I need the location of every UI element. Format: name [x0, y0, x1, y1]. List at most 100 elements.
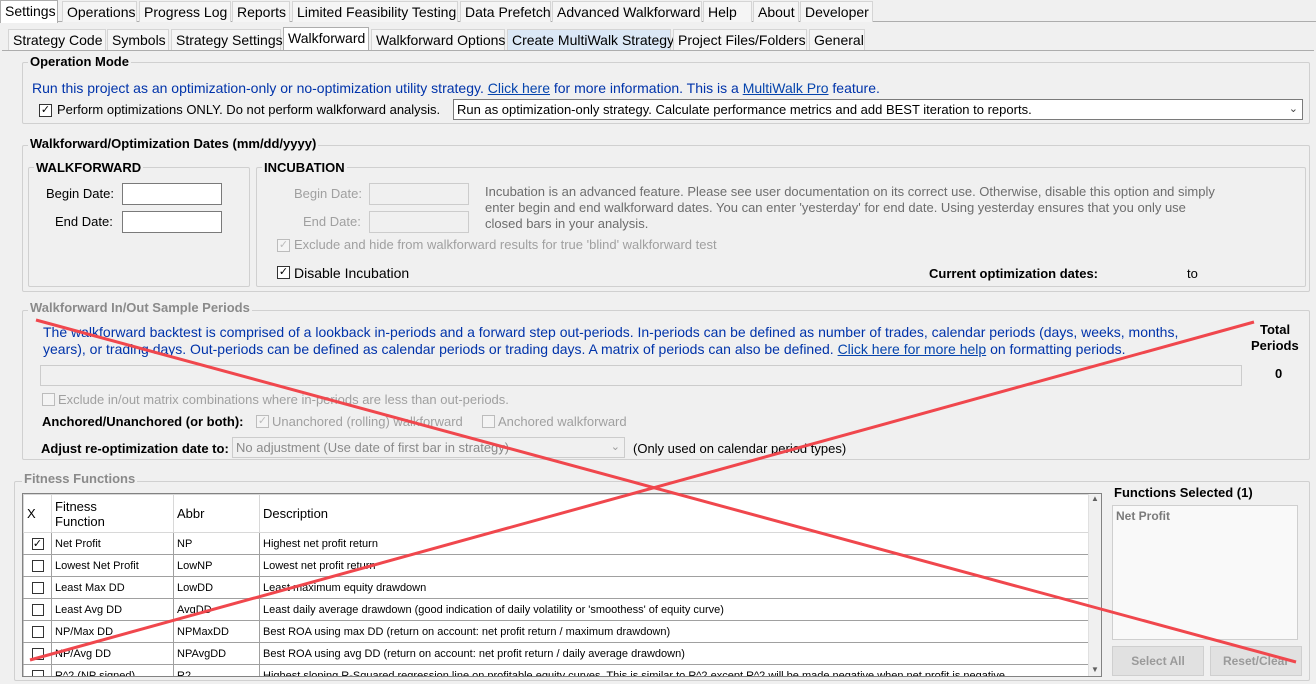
fitness-table-scrollbar[interactable]: ▲ ▼ — [1088, 494, 1101, 676]
current-opt-dates-label: Current optimization dates: — [929, 266, 1099, 281]
row-checkbox-cell[interactable] — [23, 642, 52, 665]
row-checkbox[interactable] — [31, 603, 44, 616]
help-formatting-link[interactable]: Click here for more help — [838, 341, 987, 357]
inc-begin-date-label: Begin Date: — [294, 186, 362, 201]
anchored-checkbox[interactable] — [482, 415, 495, 428]
unanchored-checkbox[interactable]: ✓ — [256, 415, 269, 428]
begin-date-input[interactable] — [122, 183, 222, 205]
reset-clear-button[interactable]: Reset/Clear — [1210, 646, 1302, 676]
tab-help[interactable]: Help — [703, 1, 752, 22]
row-desc: Best ROA using avg DD (return on account… — [259, 642, 1090, 665]
row-desc: Lowest net profit return — [259, 554, 1090, 577]
table-row[interactable]: Lowest Net Profit LowNP Lowest net profit … — [23, 554, 1090, 577]
row-checkbox[interactable] — [31, 669, 44, 676]
row-checkbox[interactable] — [31, 581, 44, 594]
tab-walkforward[interactable]: Walkforward — [283, 27, 369, 50]
tab-general[interactable]: General — [809, 29, 865, 50]
operation-mode-info: Run this project as an optimization-only… — [32, 80, 880, 96]
inc-end-date-input[interactable] — [369, 211, 469, 233]
adjust-reopt-label: Adjust re-optimization date to: — [41, 441, 229, 456]
table-header: X Fitness Function Abbr Description — [23, 494, 1090, 533]
row-desc: Best ROA using max DD (return on account… — [259, 620, 1090, 643]
row-checkbox[interactable] — [31, 559, 44, 572]
dates-title: Walkforward/Optimization Dates (mm/dd/yy… — [28, 136, 319, 151]
scroll-down-icon: ▼ — [1091, 665, 1099, 674]
row-function: R^2 (NP signed) — [51, 664, 174, 676]
row-checkbox[interactable] — [31, 625, 44, 638]
row-checkbox-cell[interactable] — [23, 664, 52, 676]
sub-tab-bar: Strategy Code Symbols Strategy Settings … — [0, 27, 1316, 50]
table-row[interactable]: R^2 (NP signed) R2 Highest sloping R-Squar… — [23, 664, 1090, 676]
perform-optimizations-checkbox[interactable]: ✓ — [39, 104, 52, 117]
tab-data-prefetch[interactable]: Data Prefetch — [460, 1, 551, 22]
row-abbr: LowDD — [173, 576, 260, 599]
exclude-matrix-label: Exclude in/out matrix combinations where… — [58, 392, 509, 407]
tab-developer[interactable]: Developer — [800, 1, 873, 22]
tab-reports[interactable]: Reports — [232, 1, 290, 22]
table-row[interactable]: ✓ Net Profit NP Highest net profit return — [23, 532, 1090, 555]
exclude-blind-checkbox[interactable]: ✓ — [277, 239, 290, 252]
main-tab-bar: Settings Operations Progress Log Reports… — [0, 0, 1316, 23]
row-desc: Least maximum equity drawdown — [259, 576, 1090, 599]
anchored-label: Anchored/Unanchored (or both): — [42, 414, 244, 429]
click-here-link[interactable]: Click here — [488, 80, 550, 96]
list-item[interactable]: Net Profit — [1116, 509, 1170, 523]
row-checkbox-cell[interactable]: ✓ — [23, 532, 52, 555]
row-checkbox-cell[interactable] — [23, 576, 52, 599]
table-row[interactable]: NP/Avg DD NPAvgDD Best ROA using avg DD (r… — [23, 642, 1090, 665]
adjust-reopt-note: (Only used on calendar period types) — [633, 441, 847, 456]
select-all-button[interactable]: Select All — [1112, 646, 1204, 676]
exclude-blind-label: Exclude and hide from walkforward result… — [294, 237, 717, 252]
total-periods-value: 0 — [1275, 366, 1283, 381]
periods-title: Walkforward In/Out Sample Periods — [28, 300, 252, 315]
row-function: Net Profit — [51, 532, 174, 555]
col-abbr-header[interactable]: Abbr — [173, 494, 260, 533]
tab-advanced-walkforward[interactable]: Advanced Walkforward — [552, 1, 702, 22]
functions-selected-title: Functions Selected (1) — [1114, 485, 1253, 500]
tab-about[interactable]: About — [753, 1, 799, 22]
functions-selected-list[interactable]: Net Profit — [1112, 505, 1298, 640]
disable-incubation-checkbox[interactable]: ✓ — [277, 266, 290, 279]
col-x-header[interactable]: X — [23, 494, 52, 533]
tab-strategy-code[interactable]: Strategy Code — [8, 29, 106, 50]
row-checkbox-cell[interactable] — [23, 620, 52, 643]
table-row[interactable]: Least Max DD LowDD Least maximum equity dr… — [23, 576, 1090, 599]
tab-settings[interactable]: Settings — [0, 0, 58, 23]
row-function: Least Max DD — [51, 576, 174, 599]
tab-create-multiwalk-strategy[interactable]: Create MultiWalk Strategy — [507, 29, 674, 50]
row-checkbox[interactable] — [31, 647, 44, 660]
incubation-note-2: enter begin and end walkforward dates. Y… — [485, 200, 1186, 215]
operation-mode-select[interactable]: Run as optimization-only strategy. Calcu… — [453, 99, 1303, 120]
tab-strategy-settings[interactable]: Strategy Settings — [171, 29, 283, 50]
periods-desc-1: The walkforward backtest is comprised of… — [43, 324, 1179, 340]
row-function: NP/Max DD — [51, 620, 174, 643]
row-checkbox[interactable]: ✓ — [31, 537, 44, 550]
tab-walkforward-options[interactable]: Walkforward Options — [371, 29, 505, 50]
col-function-header[interactable]: Fitness Function — [51, 494, 174, 533]
row-desc: Least daily average drawdown (good indic… — [259, 598, 1090, 621]
disable-incubation-label: Disable Incubation — [294, 265, 410, 281]
tab-symbols[interactable]: Symbols — [107, 29, 169, 50]
fitness-title: Fitness Functions — [22, 471, 138, 486]
walkforward-dates-title: WALKFORWARD — [34, 160, 144, 175]
perform-optimizations-label: Perform optimizations ONLY. Do not perfo… — [57, 102, 441, 117]
col-desc-header[interactable]: Description — [259, 494, 1090, 533]
unanchored-label: Unanchored (rolling) walkforward — [272, 414, 463, 429]
table-row[interactable]: Least Avg DD AvgDD Least daily average dra… — [23, 598, 1090, 621]
scroll-up-icon: ▲ — [1091, 494, 1099, 503]
row-checkbox-cell[interactable] — [23, 554, 52, 577]
fitness-table: X Fitness Function Abbr Description ✓ Net … — [22, 493, 1102, 677]
exclude-matrix-checkbox[interactable] — [42, 393, 55, 406]
periods-matrix-input[interactable] — [40, 365, 1242, 386]
periods-desc-2: years), or trading days. Out-periods can… — [43, 341, 1126, 357]
tab-limited-feasibility-testing[interactable]: Limited Feasibility Testing — [292, 1, 458, 22]
table-row[interactable]: NP/Max DD NPMaxDD Best ROA using max DD (r… — [23, 620, 1090, 643]
end-date-input[interactable] — [122, 211, 222, 233]
multiwalk-pro-link[interactable]: MultiWalk Pro — [743, 80, 829, 96]
row-checkbox-cell[interactable] — [23, 598, 52, 621]
tab-progress-log[interactable]: Progress Log — [139, 1, 231, 22]
inc-begin-date-input[interactable] — [369, 183, 469, 205]
adjust-reopt-select[interactable]: No adjustment (Use date of first bar in … — [232, 437, 625, 458]
tab-operations[interactable]: Operations — [62, 1, 137, 22]
tab-project-files-folders[interactable]: Project Files/Folders — [673, 29, 807, 50]
